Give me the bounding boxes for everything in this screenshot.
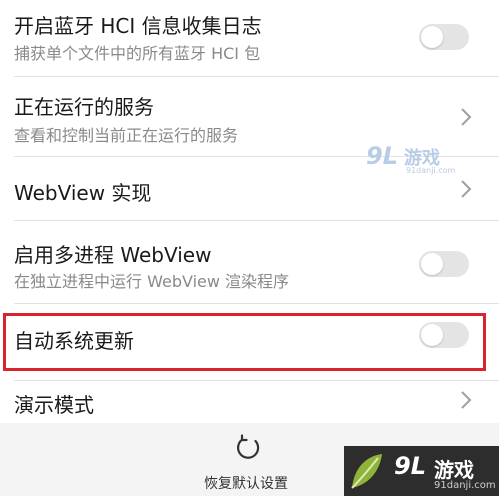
chevron-right-icon	[461, 108, 472, 126]
settings-list: 开启蓝牙 HCI 信息收集日志 捕获单个文件中的所有蓝牙 HCI 包 正在运行的…	[0, 0, 499, 423]
reset-defaults-button[interactable]: 恢复默认设置	[196, 433, 306, 492]
watermark-url: 91danji.com	[434, 480, 496, 491]
setting-title: 开启蓝牙 HCI 信息收集日志	[14, 14, 262, 38]
setting-title: 启用多进程 WebView	[14, 243, 212, 267]
watermark-mark: 9L	[366, 142, 398, 170]
reset-defaults-label: 恢复默认设置	[204, 476, 288, 492]
refresh-icon	[237, 434, 260, 459]
watermark-mark: 9L	[394, 452, 426, 480]
bluetooth-hci-log-toggle[interactable]	[419, 24, 469, 50]
setting-subtitle: 捕获单个文件中的所有蓝牙 HCI 包	[14, 44, 261, 63]
watermark-url: 91danji.com	[406, 166, 456, 175]
watermark-logo: 9L 游戏 91danji.com	[366, 140, 456, 180]
setting-title: 演示模式	[14, 393, 94, 417]
setting-bluetooth-hci-log[interactable]: 开启蓝牙 HCI 信息收集日志 捕获单个文件中的所有蓝牙 HCI 包	[0, 0, 499, 76]
leaf-logo-icon	[351, 454, 382, 489]
setting-subtitle: 查看和控制当前正在运行的服务	[14, 126, 239, 145]
chevron-right-icon	[461, 391, 472, 409]
chevron-right-icon	[461, 180, 472, 198]
setting-subtitle: 在独立进程中运行 WebView 渲染程序	[14, 272, 290, 291]
highlight-box	[3, 313, 486, 371]
toggle-knob	[421, 253, 443, 275]
setting-title: WebView 实现	[14, 181, 152, 205]
setting-multiprocess-webview[interactable]: 启用多进程 WebView 在独立进程中运行 WebView 渲染程序	[0, 221, 499, 303]
multiprocess-webview-toggle[interactable]	[419, 251, 469, 277]
setting-title: 正在运行的服务	[14, 95, 154, 119]
setting-demo-mode[interactable]: 演示模式	[0, 381, 499, 423]
corner-watermark: 9L 游戏 91danji.com	[344, 446, 499, 496]
toggle-knob	[421, 26, 443, 48]
watermark-text: 游戏	[434, 458, 474, 482]
